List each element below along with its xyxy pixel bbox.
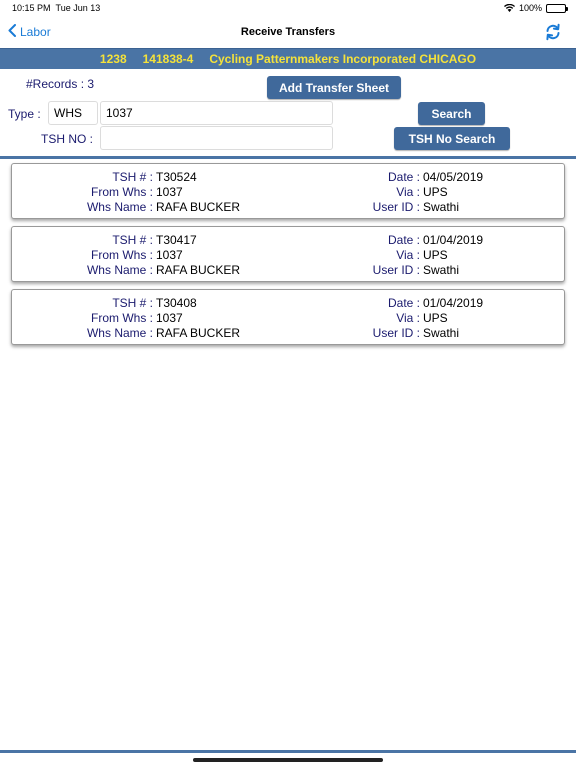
date-value: 01/04/2019: [423, 233, 484, 247]
user-id-label: User ID :: [372, 200, 420, 214]
card-row-via: Via : UPS: [12, 311, 448, 325]
refresh-button[interactable]: [544, 23, 562, 46]
user-id-label: User ID :: [372, 326, 420, 340]
divider: [0, 156, 576, 159]
add-transfer-sheet-button[interactable]: Add Transfer Sheet: [267, 76, 401, 99]
status-right: 100%: [503, 3, 568, 13]
date-value: 04/05/2019: [423, 170, 484, 184]
date-label: Date :: [387, 233, 420, 247]
card-row-user-id: User ID : Swathi: [12, 326, 459, 340]
card-row-date: Date :01/04/2019: [12, 233, 483, 247]
refresh-icon: [544, 23, 562, 45]
card-row-date: Date :01/04/2019: [12, 296, 483, 310]
banner-code2: 141838-4: [142, 52, 194, 66]
date-label: Date :: [387, 170, 420, 184]
status-time-value: 10:15 PM: [12, 3, 51, 13]
transfer-card[interactable]: TSH # : T30408 From Whs :1037 Whs Name :R…: [11, 289, 565, 345]
records-count: #Records : 3: [26, 77, 95, 91]
tsh-no-field[interactable]: [100, 126, 333, 150]
via-value: UPS: [423, 185, 448, 199]
via-label: Via :: [396, 248, 420, 262]
battery-icon: [546, 3, 568, 13]
home-indicator[interactable]: [193, 758, 383, 762]
type-label: Type :: [8, 107, 41, 121]
banner-code1: 1238: [99, 52, 127, 66]
via-value: UPS: [423, 248, 448, 262]
bottom-divider: [0, 750, 576, 753]
date-value: 01/04/2019: [423, 296, 484, 310]
date-label: Date :: [387, 296, 420, 310]
card-row-date: Date :04/05/2019: [12, 170, 483, 184]
info-banner: 1238 141838-4 Cycling Patternmakers Inco…: [0, 48, 576, 69]
user-id-value: Swathi: [423, 263, 460, 277]
warehouse-field[interactable]: [100, 101, 333, 125]
via-value: UPS: [423, 311, 448, 325]
user-id-value: Swathi: [423, 200, 460, 214]
tsh-no-label: TSH NO :: [41, 132, 94, 146]
transfer-card[interactable]: TSH # : T30417 From Whs :1037 Whs Name :R…: [11, 226, 565, 282]
search-button[interactable]: Search: [418, 102, 485, 125]
type-field[interactable]: [48, 101, 98, 125]
nav-bar: Labor Receive Transfers: [0, 18, 576, 48]
tsh-no-search-button[interactable]: TSH No Search: [394, 127, 510, 150]
user-id-value: Swathi: [423, 326, 460, 340]
via-label: Via :: [396, 185, 420, 199]
status-time: 10:15 PM Tue Jun 13: [12, 3, 100, 13]
transfer-card[interactable]: TSH # : T30524 From Whs :1037 Whs Name :R…: [11, 163, 565, 219]
battery-percent: 100%: [518, 3, 542, 13]
wifi-icon: [503, 4, 515, 12]
status-bar: 10:15 PM Tue Jun 13 100%: [0, 0, 576, 18]
via-label: Via :: [396, 311, 420, 325]
card-row-user-id: User ID : Swathi: [12, 263, 459, 277]
status-date-value: Tue Jun 13: [55, 3, 101, 13]
card-row-user-id: User ID : Swathi: [12, 200, 459, 214]
page-title: Receive Transfers: [240, 26, 336, 38]
banner-company: Cycling Patternmakers Incorporated CHICA…: [209, 52, 477, 66]
user-id-label: User ID :: [372, 263, 420, 277]
card-row-via: Via : UPS: [12, 185, 448, 199]
card-row-via: Via : UPS: [12, 248, 448, 262]
